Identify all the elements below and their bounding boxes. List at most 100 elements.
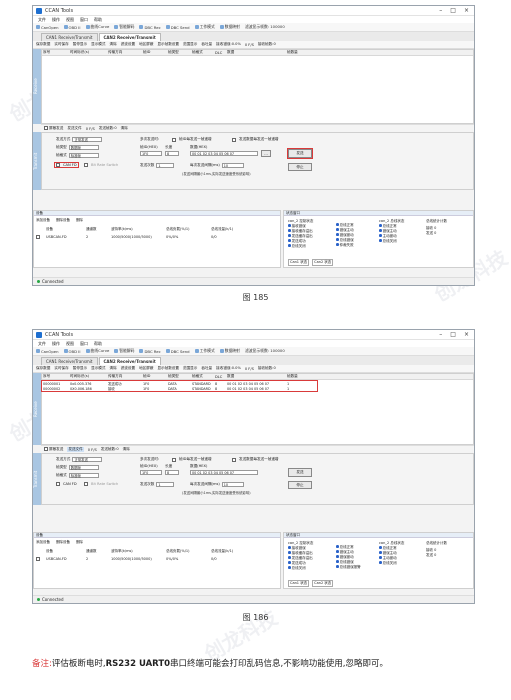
canopen-button[interactable]: CanOpen <box>36 349 59 354</box>
delete-button[interactable]: 删除 <box>76 540 83 545</box>
mask-send-checkbox[interactable]: 屏蔽发送 <box>44 126 63 131</box>
range-display-button[interactable]: 范围显示 <box>183 366 197 371</box>
curve-button[interactable]: 曲线Curve <box>85 24 109 30</box>
add-device-button[interactable]: 添加设备 <box>36 218 50 223</box>
obd-button[interactable]: OBD II <box>63 25 81 30</box>
menu-help[interactable]: 帮助 <box>94 341 102 347</box>
realtime-save-button[interactable]: 实时保存 <box>54 42 68 47</box>
tab-can1[interactable]: CAN1 Receive/Transmit <box>41 33 98 41</box>
menu-window[interactable]: 窗口 <box>80 341 88 347</box>
tab-can2[interactable]: CAN2 Receive/Transmit <box>98 33 161 41</box>
menu-view[interactable]: 视图 <box>66 17 74 23</box>
menu-file[interactable]: 文件 <box>38 341 46 347</box>
send-mode-select[interactable]: 正常发送 <box>72 137 103 142</box>
send-interval-input[interactable]: 10 <box>221 163 244 168</box>
menu-operate[interactable]: 操作 <box>52 17 60 23</box>
pause-display-button[interactable]: 暂停显示 <box>73 42 87 47</box>
tab-can2[interactable]: CAN2 Receive/Transmit <box>98 357 161 365</box>
device-row[interactable]: USBCAN-FD 2 1000/5000(1000/5000) 0%/0% 0… <box>34 556 280 562</box>
throughput-button[interactable]: 吞吐量 <box>201 42 212 47</box>
data-map-button[interactable]: 数据映射 <box>219 24 240 30</box>
menu-file[interactable]: 文件 <box>38 17 46 23</box>
menu-help[interactable]: 帮助 <box>94 17 102 23</box>
display-frames-button[interactable]: 显示帧数设置 <box>157 366 179 371</box>
display-mode-button[interactable]: 显示模式 <box>91 366 105 371</box>
work-mode-button[interactable]: 工作模式 <box>194 24 215 30</box>
data-input[interactable]: 00 01 02 03 04 05 06 07 <box>190 470 258 475</box>
length-select[interactable]: 8 <box>165 151 179 156</box>
stop-button[interactable]: 停止 <box>288 481 312 489</box>
frame-type-select[interactable]: 数据帧 <box>68 145 99 150</box>
tab-can2-status[interactable]: Can2 状态 <box>312 580 334 587</box>
frame-id-input[interactable]: 1F0 <box>140 470 162 475</box>
canfd-checkbox[interactable]: CAN FD <box>54 162 79 168</box>
work-mode-button[interactable]: 工作模式 <box>194 348 215 354</box>
tab-can1-status[interactable]: Can1 状态 <box>288 259 310 266</box>
canopen-button[interactable]: CanOpen <box>36 25 59 30</box>
save-data-button[interactable]: 保存数据 <box>36 42 50 47</box>
device-checkbox[interactable] <box>36 235 40 239</box>
save-data-button[interactable]: 保存数据 <box>36 366 50 371</box>
tab-can1-status[interactable]: Can1 状态 <box>288 580 310 587</box>
dbc-rec-button[interactable]: DBC Rec <box>139 25 161 30</box>
stop-button[interactable]: 停止 <box>288 163 312 171</box>
minimize-icon[interactable]: – <box>439 7 442 14</box>
display-frames-button[interactable]: 显示帧数设置 <box>157 42 179 47</box>
decode-button[interactable]: 智能解码 <box>114 24 134 30</box>
filter-settings-button[interactable]: 滤波设置 <box>121 42 135 47</box>
clear-send-button[interactable]: 清除 <box>123 447 130 452</box>
inc-data-checkbox[interactable]: 发送数据每发送一帧递增 <box>232 137 279 142</box>
maximize-icon[interactable]: □ <box>450 331 456 338</box>
dbc-send-button[interactable]: DBC Send <box>165 25 190 30</box>
curve-button[interactable]: 曲线Curve <box>85 348 109 354</box>
menu-view[interactable]: 视图 <box>66 341 74 347</box>
inc-id-checkbox[interactable]: 帧ID每发送一帧递增 <box>172 137 212 142</box>
canfd-checkbox[interactable]: CAN FD <box>56 482 77 486</box>
length-select[interactable]: 8 <box>165 470 179 475</box>
filter-settings-button[interactable]: 滤波设置 <box>121 366 135 371</box>
decode-button[interactable]: 智能解码 <box>114 348 134 354</box>
remove-device-button[interactable]: 删除设备 <box>56 218 70 223</box>
send-file-button[interactable]: 发送文件 <box>67 447 84 452</box>
device-row[interactable]: USBCAN-FD 2 1000/5000(1000/5000) 0%/0% 0… <box>34 234 280 240</box>
frame-format-select[interactable]: 标准帧 <box>68 153 99 158</box>
region-mask-button[interactable]: 地区屏蔽 <box>139 42 153 47</box>
tab-can1[interactable]: CAN1 Receive/Transmit <box>41 357 98 365</box>
region-mask-button[interactable]: 地区屏蔽 <box>139 366 153 371</box>
send-button[interactable]: 发送 <box>288 468 312 477</box>
data-map-button[interactable]: 数据映射 <box>219 348 240 354</box>
clear-button[interactable]: 清除 <box>110 366 117 371</box>
realtime-save-button[interactable]: 实时保存 <box>54 366 68 371</box>
obd-button[interactable]: OBD II <box>63 349 81 354</box>
menu-window[interactable]: 窗口 <box>80 17 88 23</box>
table-row[interactable]: 00000002 0X0.006.186 接收 1F0 DATA STANDAR… <box>42 386 317 392</box>
table-row[interactable]: 00000001 0x0.005.376 发送成功 1F0 DATA STAND… <box>42 381 317 387</box>
brs-checkbox[interactable]: Bit Rate Switch <box>84 482 118 486</box>
data-input[interactable]: 00 01 02 03 04 05 06 07 <box>190 151 258 156</box>
clear-button[interactable]: 清除 <box>110 42 117 47</box>
device-checkbox[interactable] <box>36 557 40 561</box>
send-file-button[interactable]: 发送文件 <box>67 126 81 131</box>
dbc-rec-button[interactable]: DBC Rec <box>139 349 161 354</box>
tab-can2-status[interactable]: Can2 状态 <box>312 259 334 266</box>
inc-id-checkbox[interactable]: 帧ID每发送一帧递增 <box>172 457 212 462</box>
pause-display-button[interactable]: 暂停显示 <box>73 366 87 371</box>
send-button[interactable]: 发送 <box>287 148 313 159</box>
mask-send-checkbox[interactable]: 屏蔽发送 <box>44 447 63 452</box>
data-more-button[interactable]: … <box>261 150 271 157</box>
range-display-button[interactable]: 范围显示 <box>183 42 197 47</box>
frame-id-input[interactable]: 1F0 <box>140 151 162 156</box>
menu-operate[interactable]: 操作 <box>52 341 60 347</box>
clear-send-button[interactable]: 清除 <box>121 126 128 131</box>
close-icon[interactable]: × <box>464 7 469 14</box>
delete-button[interactable]: 删除 <box>76 218 83 223</box>
throughput-button[interactable]: 吞吐量 <box>201 366 212 371</box>
dbc-send-button[interactable]: DBC Send <box>165 349 190 354</box>
add-device-button[interactable]: 添加设备 <box>36 540 50 545</box>
remove-device-button[interactable]: 删除设备 <box>56 540 70 545</box>
brs-checkbox[interactable]: Bit Rate Switch <box>84 163 118 167</box>
minimize-icon[interactable]: – <box>439 331 442 338</box>
maximize-icon[interactable]: □ <box>450 7 456 14</box>
inc-data-checkbox[interactable]: 发送数据每发送一帧递增 <box>232 457 279 462</box>
close-icon[interactable]: × <box>464 331 469 338</box>
